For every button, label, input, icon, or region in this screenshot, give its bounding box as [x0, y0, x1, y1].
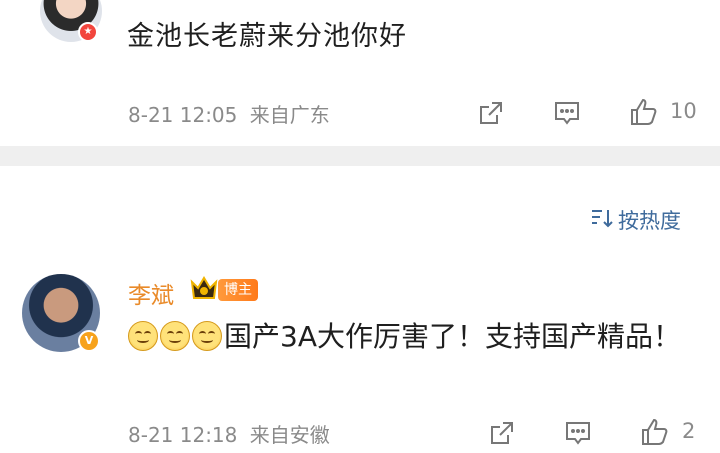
smile-emoji-icon — [128, 321, 158, 351]
vip-badge-icon: V — [78, 330, 100, 352]
smile-emoji-icon — [160, 321, 190, 351]
username[interactable]: 李斌 — [128, 276, 174, 310]
comment-text: 国产3A大作厉害了！支持国产精品！ — [224, 320, 681, 353]
timestamp: 8-21 12:05 — [128, 103, 238, 127]
like-icon[interactable] — [628, 97, 658, 127]
location: 来自广东 — [249, 103, 330, 127]
blogger-tag: 博主 — [218, 279, 258, 301]
verified-badge-icon: ★ — [78, 22, 98, 42]
crown-icon — [188, 272, 220, 304]
comment-meta: 8-21 12:05 来自广东 — [128, 99, 330, 128]
like-count: 10 — [670, 99, 697, 123]
comment-meta: 8-21 12:18 来自安徽 — [128, 419, 330, 448]
share-icon[interactable] — [487, 418, 517, 448]
section-divider — [0, 146, 720, 166]
smile-emoji-icon — [192, 321, 222, 351]
sort-label: 按热度 — [618, 209, 681, 233]
comment-icon[interactable] — [552, 98, 582, 128]
sort-by-heat-button[interactable]: 按热度 — [590, 206, 681, 234]
share-icon[interactable] — [476, 98, 506, 128]
comment-text-block: 国产3A大作厉害了！支持国产精品！ — [128, 313, 698, 361]
comment-icon[interactable] — [563, 418, 593, 448]
like-icon[interactable] — [639, 417, 669, 447]
location: 来自安徽 — [249, 423, 330, 447]
comment-text: 金池长老蔚来分池你好 — [127, 21, 407, 52]
timestamp: 8-21 12:18 — [128, 423, 238, 447]
like-count: 2 — [682, 419, 696, 443]
sort-icon — [590, 207, 614, 234]
